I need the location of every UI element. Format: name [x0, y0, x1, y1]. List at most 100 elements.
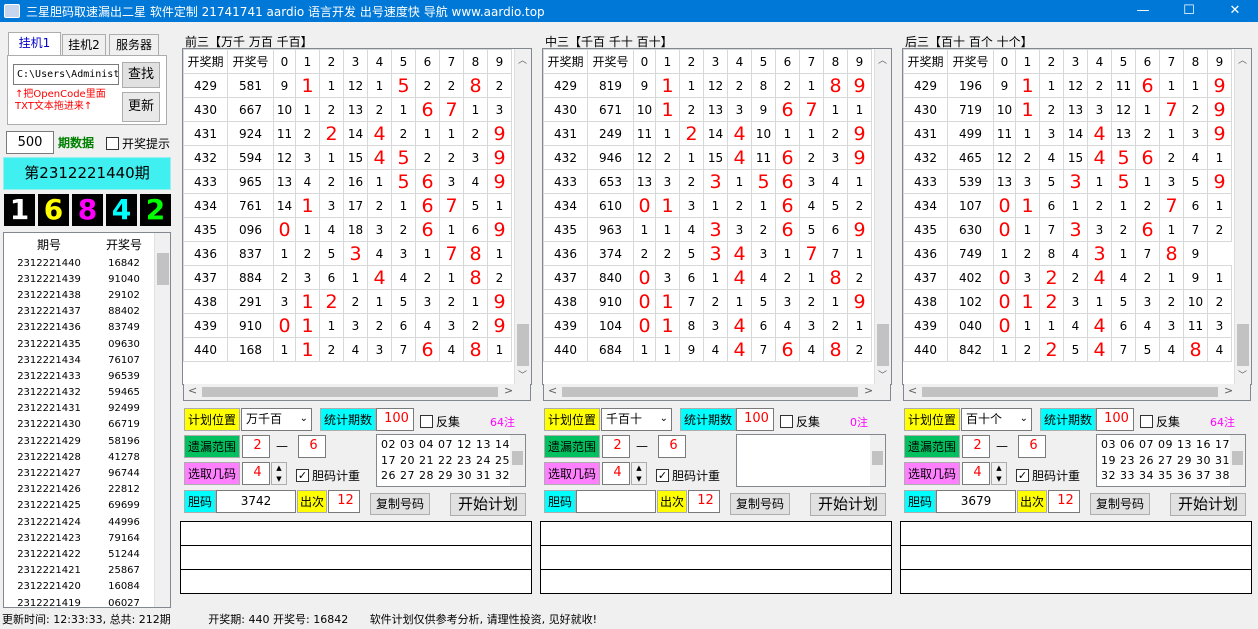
history-row[interactable]: 2312221438 29102 — [4, 287, 154, 303]
grid-header[interactable]: 5 — [1111, 49, 1136, 74]
pick-count-stepper[interactable]: ▲ ▼ — [991, 462, 1007, 485]
plan-position-select[interactable]: 百十个 ⌄ — [961, 408, 1032, 431]
copy-numbers-button[interactable]: 复制号码 — [730, 493, 790, 515]
danma-weight-check-box[interactable]: ✓ — [1016, 469, 1029, 482]
pick-count-input[interactable]: 4 — [602, 462, 630, 485]
history-header-number[interactable]: 开奖号 — [94, 233, 154, 255]
dedup-checkbox[interactable]: 反集 — [420, 413, 460, 430]
grid-header[interactable]: 7 — [1159, 49, 1184, 74]
grid-header[interactable]: 3 — [703, 49, 728, 74]
grid-row[interactable]: 436 837 1 2 5 3 4 3 1 7 8 1 — [183, 241, 512, 266]
scroll-right-icon[interactable]: > — [504, 384, 513, 397]
dedup-check-box[interactable] — [420, 415, 433, 428]
numbers-box[interactable]: 02 03 04 07 12 13 14 17 20 21 22 23 24 2… — [376, 434, 526, 487]
start-plan-button[interactable]: 开始计划 — [810, 493, 886, 516]
grid-row[interactable]: 431 249 11 1 2 14 4 10 1 1 2 9 — [543, 121, 872, 146]
grid-vscroll-thumb[interactable] — [877, 324, 889, 366]
periods-input[interactable]: 500 — [6, 131, 54, 154]
start-plan-button[interactable]: 开始计划 — [450, 493, 526, 516]
grid-header[interactable]: 3 — [343, 49, 368, 74]
scroll-down-icon[interactable]: ﹀ — [518, 368, 527, 381]
plan-position-select[interactable]: 千百十 ⌄ — [601, 408, 672, 431]
grid-row[interactable]: 439 910 0 1 1 3 2 6 4 3 2 9 — [183, 313, 512, 338]
grid-header[interactable]: 5 — [751, 49, 776, 74]
grid-header[interactable]: 2 — [1039, 49, 1064, 74]
history-row[interactable]: 2312221426 22812 — [4, 482, 154, 498]
times-input[interactable]: 12 — [688, 490, 720, 513]
danma-weight-check-box[interactable]: ✓ — [656, 469, 669, 482]
grid-row[interactable]: 435 963 1 1 4 3 3 2 6 5 6 9 — [543, 217, 872, 242]
history-row[interactable]: 2312221436 83749 — [4, 320, 154, 336]
notify-checkbox[interactable]: 开奖提示 — [106, 136, 170, 151]
path-input[interactable]: C:\Users\Administ — [13, 64, 119, 85]
grid-header[interactable]: 8 — [463, 49, 488, 74]
history-row[interactable]: 2312221437 88402 — [4, 304, 154, 320]
grid-row[interactable]: 435 630 0 1 7 3 3 2 6 1 7 2 — [903, 217, 1232, 242]
grid-header[interactable]: 0 — [993, 49, 1016, 74]
history-header-issue[interactable]: 期号 — [4, 233, 94, 255]
history-row[interactable]: 2312221420 16084 — [4, 579, 154, 595]
grid-row[interactable]: 437 402 0 3 2 2 4 4 2 1 9 1 — [903, 265, 1232, 290]
grid-header[interactable]: 7 — [439, 49, 464, 74]
grid-row[interactable]: 440 168 1 1 2 4 3 7 6 4 8 1 — [183, 337, 512, 362]
grid-header[interactable]: 5 — [391, 49, 416, 74]
pick-count-stepper[interactable]: ▲ ▼ — [271, 462, 287, 485]
find-button[interactable]: 查找 — [122, 62, 160, 88]
danma-weight-checkbox[interactable]: ✓ 胆码计重 — [296, 467, 360, 484]
scroll-up-icon[interactable]: ︿ — [518, 53, 527, 66]
history-row[interactable]: 2312221440 16842 — [4, 255, 154, 271]
dedup-check-box[interactable] — [1140, 415, 1153, 428]
grid-hscroll-thumb[interactable] — [922, 387, 1218, 397]
copy-numbers-button[interactable]: 复制号码 — [370, 493, 430, 515]
grid-row[interactable]: 431 924 11 2 2 14 4 2 1 1 2 9 — [183, 121, 512, 146]
pick-count-input[interactable]: 4 — [962, 462, 990, 485]
grid-header[interactable]: 8 — [823, 49, 848, 74]
history-row[interactable]: 2312221421 25867 — [4, 563, 154, 579]
grid-row[interactable]: 430 667 10 1 2 13 2 1 6 7 1 3 — [183, 97, 512, 122]
scroll-down-icon[interactable]: ﹀ — [1238, 368, 1247, 381]
range-from-input[interactable]: 2 — [962, 435, 990, 458]
stat-periods-input[interactable]: 100 — [1096, 408, 1134, 431]
grid-header[interactable]: 2 — [679, 49, 704, 74]
history-row[interactable]: 2312221432 59465 — [4, 385, 154, 401]
grid-header[interactable]: 4 — [727, 49, 752, 74]
grid-row[interactable]: 437 884 2 3 6 1 4 4 2 1 8 2 — [183, 265, 512, 290]
history-row[interactable]: 2312221425 69699 — [4, 498, 154, 514]
grid-row[interactable]: 430 719 10 1 2 13 3 12 1 7 2 9 — [903, 97, 1232, 122]
danma-input[interactable] — [576, 490, 656, 513]
history-row[interactable]: 2312221423 79164 — [4, 530, 154, 546]
history-scrollbar[interactable] — [154, 233, 170, 607]
scroll-right-icon[interactable]: > — [864, 384, 873, 397]
grid-header[interactable]: 7 — [799, 49, 824, 74]
grid-hscroll-thumb[interactable] — [562, 387, 858, 397]
close-button[interactable]: ✕ — [1212, 0, 1258, 22]
grid-row[interactable]: 432 465 12 2 4 15 4 5 6 2 4 1 — [903, 145, 1232, 170]
history-row[interactable]: 2312221427 96744 — [4, 465, 154, 481]
danma-input[interactable]: 3679 — [936, 490, 1016, 513]
grid-row[interactable]: 430 671 10 1 2 13 3 9 6 7 1 1 — [543, 97, 872, 122]
grid-row[interactable]: 433 539 13 3 5 3 1 5 1 3 5 9 — [903, 169, 1232, 194]
scroll-up-icon[interactable]: ︿ — [1238, 53, 1247, 66]
grid-row[interactable]: 439 104 0 1 8 3 4 6 4 3 2 1 — [543, 313, 872, 338]
numbers-box[interactable]: 03 06 07 09 13 16 17 19 23 26 27 29 30 3… — [1096, 434, 1246, 487]
stat-periods-input[interactable]: 100 — [376, 408, 414, 431]
scroll-up-icon[interactable]: ︿ — [878, 53, 887, 66]
stepper-up-icon[interactable]: ▲ — [272, 463, 286, 474]
grid-row[interactable]: 429 196 9 1 1 12 2 11 6 1 1 9 — [903, 73, 1232, 98]
grid-row[interactable]: 436 374 2 2 5 3 4 3 1 7 7 1 — [543, 241, 872, 266]
history-row[interactable]: 2312221433 96539 — [4, 368, 154, 384]
grid-row[interactable]: 433 653 13 3 2 3 1 5 6 3 4 1 — [543, 169, 872, 194]
pick-count-stepper[interactable]: ▲ ▼ — [631, 462, 647, 485]
history-row[interactable]: 2312221419 06027 — [4, 595, 154, 607]
grid-row[interactable]: 429 819 9 1 1 12 2 8 2 1 8 9 — [543, 73, 872, 98]
numbers-scroll-thumb[interactable] — [872, 451, 883, 465]
grid-header[interactable]: 9 — [1207, 49, 1232, 74]
chevron-down-icon[interactable]: ⌄ — [300, 409, 308, 429]
grid-row[interactable]: 437 840 0 3 6 1 4 4 2 1 8 2 — [543, 265, 872, 290]
grid-header[interactable]: 6 — [1135, 49, 1160, 74]
grid-header[interactable]: 3 — [1063, 49, 1088, 74]
grid-header[interactable]: 6 — [415, 49, 440, 74]
numbers-scroll-thumb[interactable] — [512, 451, 523, 465]
chevron-down-icon[interactable]: ⌄ — [660, 409, 668, 429]
danma-weight-checkbox[interactable]: ✓ 胆码计重 — [1016, 467, 1080, 484]
